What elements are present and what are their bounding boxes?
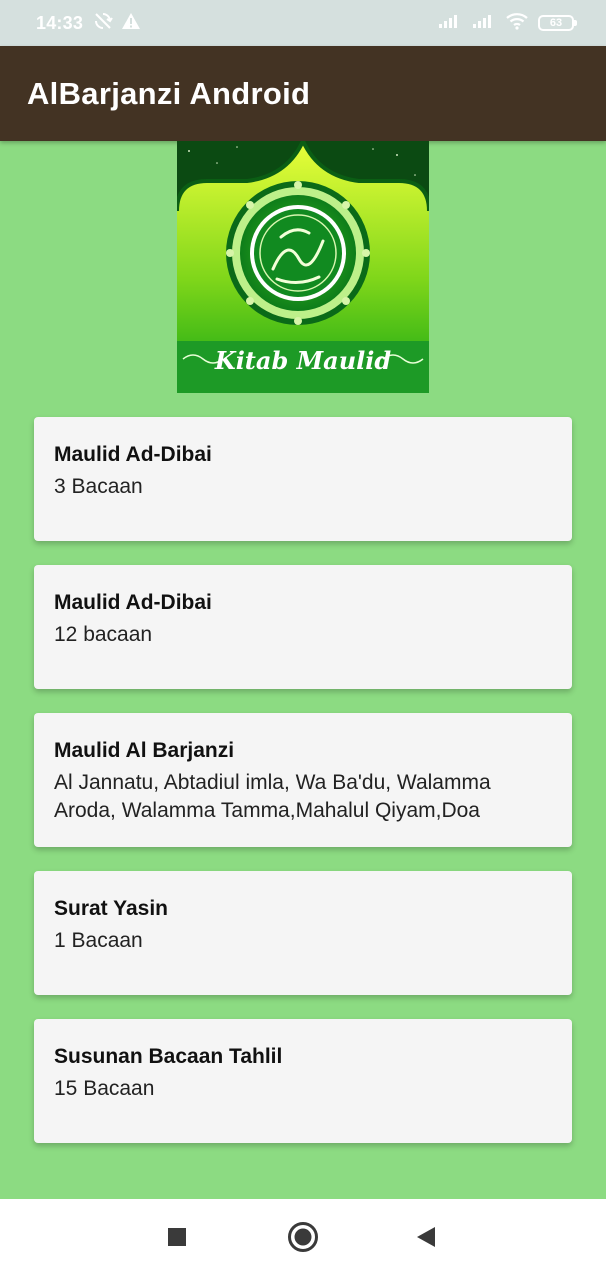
kitab-maulid-banner: Kitab Maulid [177,141,429,393]
list-item[interactable]: Surat Yasin 1 Bacaan [34,871,572,995]
navigation-bar [0,1199,606,1280]
list-item-title: Maulid Ad-Dibai [54,443,212,466]
status-time: 14:33 [36,12,84,33]
signal-icon [472,13,496,34]
home-circle-icon [287,1221,319,1258]
warning-icon [121,12,141,35]
list-item-title: Maulid Al Barjanzi [54,739,235,762]
list-item[interactable]: Maulid Ad-Dibai 12 bacaan [34,565,572,689]
list-item-title: Susunan Bacaan Tahlil [54,1045,283,1068]
app-title: AlBarjanzi Android [27,75,311,111]
banner-caption: Kitab Maulid [214,346,392,375]
recents-square-icon [167,1227,187,1252]
list-item[interactable]: Maulid Ad-Dibai 3 Bacaan [34,417,572,541]
recents-button[interactable] [147,1199,207,1280]
list-item-subtitle: 15 Bacaan [54,1077,155,1100]
list-item-subtitle: Al Jannatu, Abtadiul imla, Wa Ba'du, Wal… [54,771,491,822]
home-button[interactable] [273,1199,333,1280]
status-bar: 14:33 63 [0,0,606,46]
banner-artwork: Kitab Maulid [177,141,429,393]
list-item-subtitle: 1 Bacaan [54,929,143,952]
list-item-title: Maulid Ad-Dibai [54,591,212,614]
list-item-title: Surat Yasin [54,897,169,920]
list-item[interactable]: Maulid Al Barjanzi Al Jannatu, Abtadiul … [34,713,572,847]
battery-icon: 63 [538,15,577,31]
reading-list: Maulid Ad-Dibai 3 Bacaan Maulid Ad-Dibai… [34,417,572,1167]
app-bar: AlBarjanzi Android [0,46,606,141]
back-button[interactable] [396,1199,456,1280]
back-triangle-icon [416,1226,436,1253]
battery-level: 63 [549,17,563,29]
list-item-subtitle: 3 Bacaan [54,475,143,498]
list-item[interactable]: Susunan Bacaan Tahlil 15 Bacaan [34,1019,572,1143]
wifi-icon [506,12,528,35]
sync-off-icon [93,11,113,36]
signal-icon [438,13,462,34]
list-item-subtitle: 12 bacaan [54,623,153,646]
